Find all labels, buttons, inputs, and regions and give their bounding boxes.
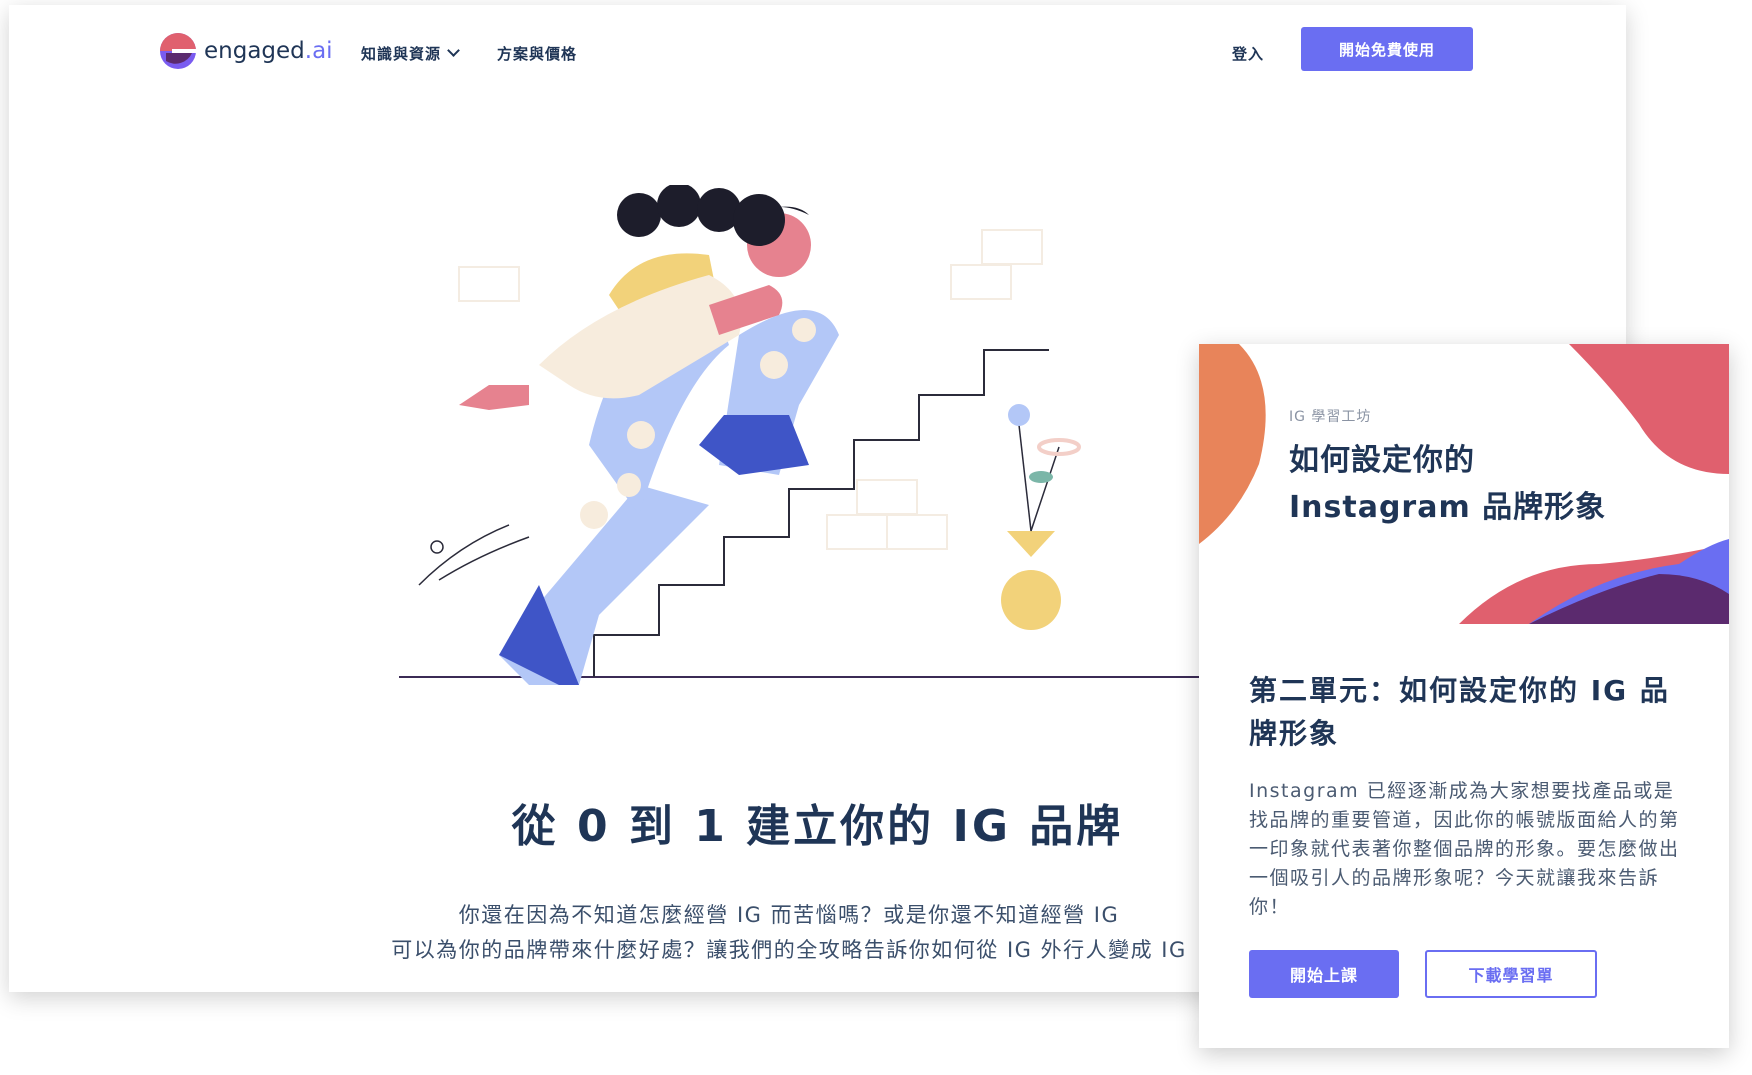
logo-text: engaged.ai [204,38,333,64]
hero-description: 你還在因為不知道怎麼經營 IG 而苦惱嗎？或是你還不知道經營 IG 可以為你的品… [349,898,1229,968]
card-title: 第二單元：如何設定你的 IG 品牌形象 [1249,674,1670,750]
brand-logo[interactable]: engaged.ai [158,31,333,71]
card-art-title-line-2: Instagram 品牌形象 [1289,490,1607,525]
hero-illustration [399,185,1209,685]
chevron-down-icon [447,44,460,57]
hero-description-line-2: 可以為你的品牌帶來什麼好處？讓我們的全攻略告訴你如何從 IG 外行人變成 IG [391,938,1187,962]
hero-description-line-1: 你還在因為不知道怎麼經營 IG 而苦惱嗎？或是你還不知道經營 IG [458,903,1120,927]
nav-pricing[interactable]: 方案與價格 [497,43,577,64]
download-worksheet-button[interactable]: 下載學習單 [1425,950,1597,998]
card-art-title-line-1: 如何設定你的 [1289,443,1475,478]
nav-knowledge-resources[interactable]: 知識與資源 [361,43,460,64]
card-description: Instagram 已經逐漸成為大家想要找產品或是找品牌的重要管道，因此你的帳號… [1249,780,1680,918]
card-tag: IG 學習工坊 [1289,409,1372,425]
login-link[interactable]: 登入 [1232,43,1264,64]
top-nav: engaged.ai 知識與資源 方案與價格 登入 開始免費使用 [9,5,1626,105]
nav-knowledge-label: 知識與資源 [361,45,442,63]
card-art-title: 如何設定你的 Instagram 品牌形象 [1289,437,1649,531]
start-lesson-button[interactable]: 開始上課 [1249,950,1399,998]
logo-mark-icon [160,33,198,69]
start-free-button[interactable]: 開始免費使用 [1301,27,1473,71]
course-card: IG 學習工坊 如何設定你的 Instagram 品牌形象 第二單元：如何設定你… [1199,344,1729,1048]
